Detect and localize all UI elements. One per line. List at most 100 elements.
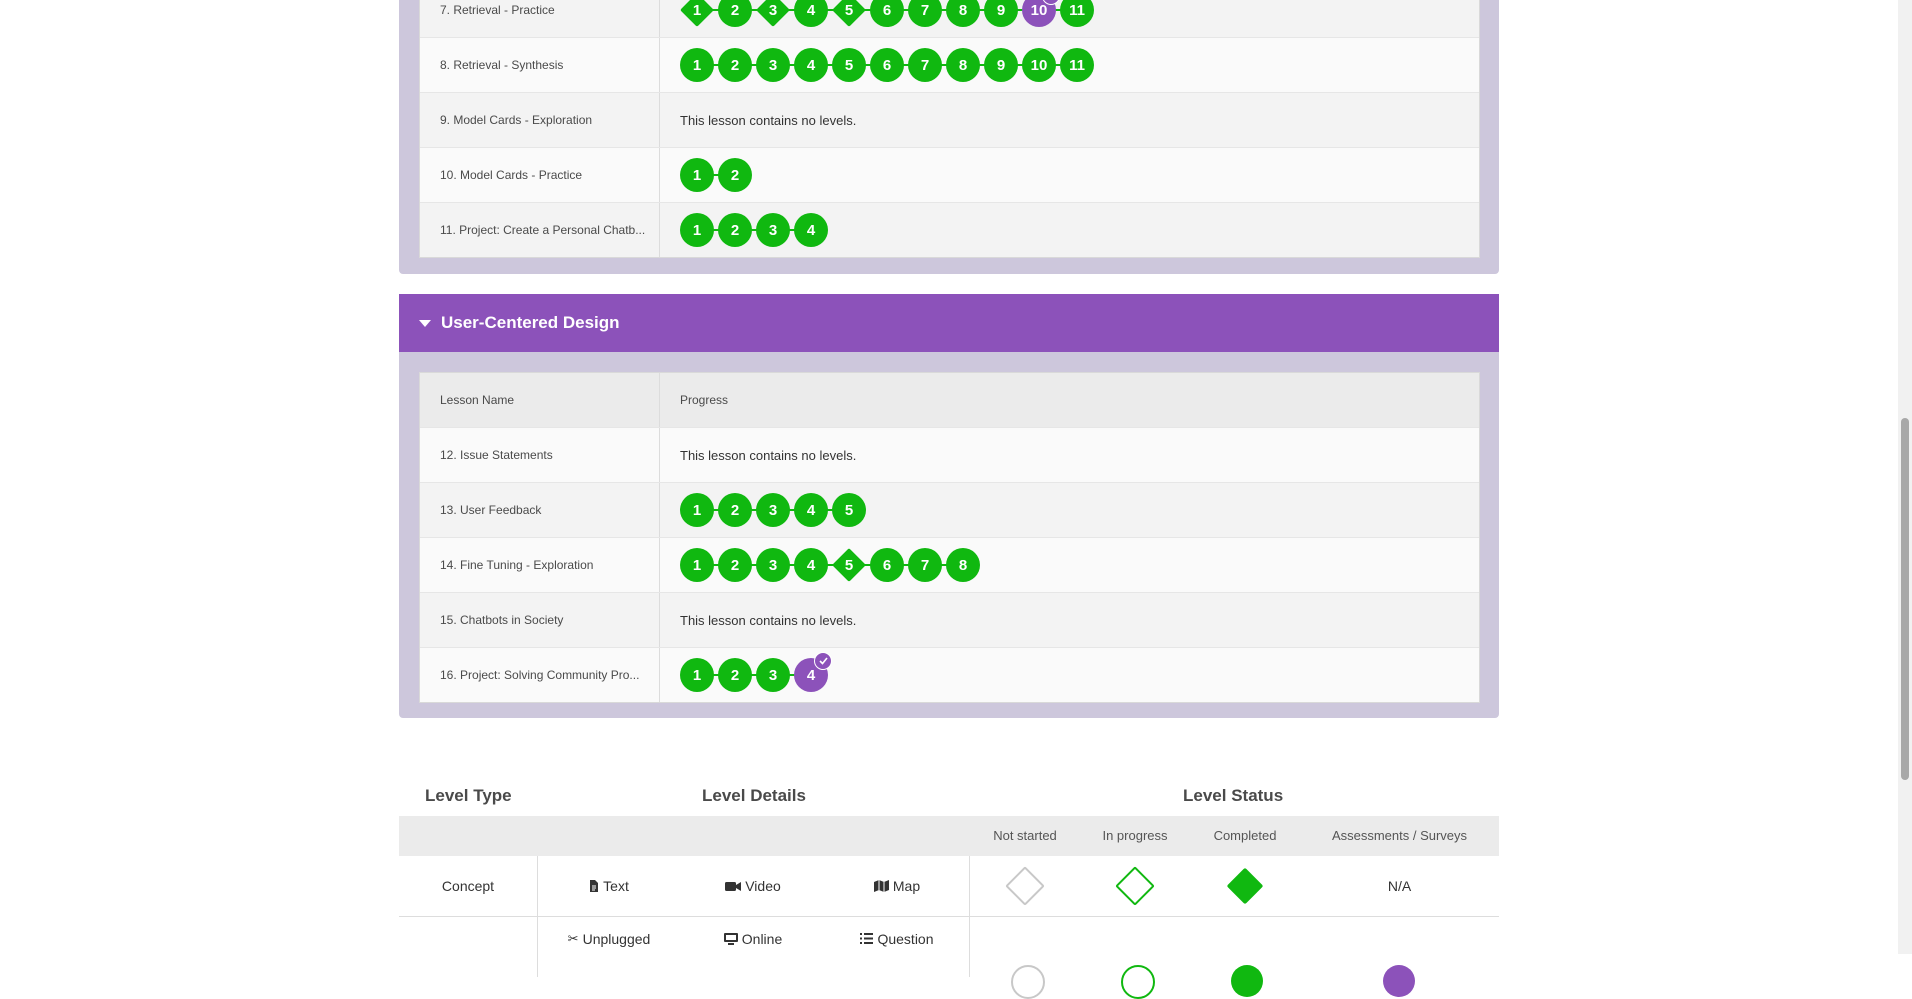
- level-bubble[interactable]: 5: [832, 493, 866, 527]
- level-number: 2: [730, 166, 740, 184]
- lesson-name-link[interactable]: 16. Project: Solving Community Pro...: [420, 648, 660, 702]
- level-bubble[interactable]: 3: [756, 548, 790, 582]
- level-bubble[interactable]: 6: [870, 48, 904, 82]
- key-item-label: Video: [745, 878, 781, 894]
- level-bubble[interactable]: 4: [794, 548, 828, 582]
- no-levels-message: This lesson contains no levels.: [680, 447, 857, 463]
- level-number: 7: [920, 56, 930, 74]
- level-bubble[interactable]: 1: [680, 658, 714, 692]
- level-bubble[interactable]: 1: [680, 158, 714, 192]
- table-row: 14. Fine Tuning - Exploration 1 2 3 4 5 6 7 8: [420, 538, 1479, 593]
- lesson-name-link[interactable]: 12. Issue Statements: [420, 428, 660, 482]
- list-icon: [860, 933, 874, 944]
- lesson-name-link[interactable]: 13. User Feedback: [420, 483, 660, 537]
- lesson-progress-cell: This lesson contains no levels.: [660, 593, 1479, 647]
- status-in-progress-circle: [1121, 965, 1155, 999]
- level-bubble[interactable]: 3: [756, 0, 790, 27]
- level-bubble[interactable]: 4: [794, 493, 828, 527]
- level-bubble[interactable]: 2: [718, 213, 752, 247]
- key-item-label: Question: [877, 931, 934, 947]
- level-bubble[interactable]: 4: [794, 213, 828, 247]
- file-text-icon: [590, 880, 599, 892]
- level-number: 5: [844, 1, 854, 19]
- scissors-icon: ✂: [567, 931, 579, 946]
- lesson-name-link[interactable]: 11. Project: Create a Personal Chatb...: [420, 203, 660, 257]
- level-bubble[interactable]: 7: [908, 548, 942, 582]
- level-bubble[interactable]: 2: [718, 493, 752, 527]
- lesson-progress-cell: 1 2 3 4 5: [660, 483, 1479, 537]
- level-number: 10: [1030, 56, 1048, 74]
- status-not-started-diamond: [970, 856, 1080, 916]
- key-header-row: Not started In progress Completed Assess…: [399, 816, 1499, 856]
- level-bubble[interactable]: 9: [984, 48, 1018, 82]
- level-bubble[interactable]: 5: [832, 548, 866, 582]
- level-bubble[interactable]: 1: [680, 493, 714, 527]
- level-number: 9: [996, 56, 1006, 74]
- level-bubble[interactable]: 11: [1060, 48, 1094, 82]
- level-bubble[interactable]: 6: [870, 0, 904, 27]
- status-not-started-circle: [1011, 965, 1045, 999]
- level-number: 3: [768, 556, 778, 574]
- level-bubble[interactable]: 2: [718, 48, 752, 82]
- key-item-question: Question: [825, 917, 969, 977]
- level-number: 9: [996, 1, 1006, 19]
- lesson-name-link[interactable]: 8. Retrieval - Synthesis: [420, 38, 660, 92]
- video-icon: [725, 881, 742, 891]
- level-bubble[interactable]: 2: [718, 658, 752, 692]
- level-bubble[interactable]: 5: [832, 0, 866, 27]
- level-bubble[interactable]: 1: [680, 548, 714, 582]
- caret-down-icon[interactable]: [419, 319, 431, 327]
- level-bubble[interactable]: 7: [908, 48, 942, 82]
- level-number: 7: [920, 1, 930, 19]
- level-bubble[interactable]: 10: [1022, 48, 1056, 82]
- lesson-name-link[interactable]: 9. Model Cards - Exploration: [420, 93, 660, 147]
- level-bubble[interactable]: 1: [680, 213, 714, 247]
- level-bubble[interactable]: 10: [1022, 0, 1060, 27]
- level-number: 5: [844, 501, 854, 519]
- level-bubble[interactable]: 3: [756, 493, 790, 527]
- level-bubble[interactable]: 3: [756, 213, 790, 247]
- scrollbar-track[interactable]: [1898, 0, 1912, 954]
- level-number: 3: [768, 56, 778, 74]
- level-bubble[interactable]: 1: [680, 48, 714, 82]
- scrollbar-thumb[interactable]: [1901, 418, 1909, 780]
- lesson-progress-cell: This lesson contains no levels.: [660, 428, 1479, 482]
- level-number: 1: [692, 501, 702, 519]
- level-number: 4: [806, 556, 816, 574]
- level-bubble[interactable]: 2: [718, 548, 752, 582]
- level-number: 4: [806, 56, 816, 74]
- level-bubble[interactable]: 9: [984, 0, 1018, 27]
- level-bubble[interactable]: 7: [908, 0, 942, 27]
- lesson-name-link[interactable]: 14. Fine Tuning - Exploration: [420, 538, 660, 592]
- level-number: 2: [730, 221, 740, 239]
- level-bubble[interactable]: 8: [946, 48, 980, 82]
- level-bubble[interactable]: 8: [946, 548, 980, 582]
- level-bubble[interactable]: 2: [718, 0, 752, 27]
- level-bubble[interactable]: 3: [756, 48, 790, 82]
- no-levels-message: This lesson contains no levels.: [680, 612, 857, 628]
- level-number: 4: [806, 666, 816, 684]
- level-bubble[interactable]: 1: [680, 0, 714, 27]
- level-bubble[interactable]: 5: [832, 48, 866, 82]
- lesson-progress-cell: 12: [660, 148, 1479, 202]
- concept-label: Concept: [441, 878, 495, 894]
- level-bubble[interactable]: 4: [794, 652, 832, 692]
- lesson-name-link[interactable]: 7. Retrieval - Practice: [420, 0, 660, 37]
- level-bubble[interactable]: 6: [870, 548, 904, 582]
- lesson-progress-cell: 1 2 3 4 5 6 7 8 9 10 11: [660, 0, 1479, 37]
- status-completed-diamond: [1190, 856, 1300, 916]
- level-bubble[interactable]: 3: [756, 658, 790, 692]
- level-bubble[interactable]: 4: [794, 0, 828, 27]
- level-details-title: Level Details: [702, 786, 806, 805]
- lesson-name-link[interactable]: 15. Chatbots in Society: [420, 593, 660, 647]
- map-icon: [873, 880, 889, 892]
- key-item-label: Unplugged: [582, 931, 651, 947]
- unit-panel-user-centered-design: Lesson Name Progress 12. Issue Statement…: [399, 352, 1499, 718]
- level-number: 1: [692, 556, 702, 574]
- lesson-name-link[interactable]: 10. Model Cards - Practice: [420, 148, 660, 202]
- level-bubble[interactable]: 11: [1060, 0, 1094, 27]
- level-bubble[interactable]: 2: [718, 158, 752, 192]
- level-bubble[interactable]: 4: [794, 48, 828, 82]
- unit-header-user-centered-design[interactable]: User-Centered Design: [399, 294, 1499, 352]
- level-bubble[interactable]: 8: [946, 0, 980, 27]
